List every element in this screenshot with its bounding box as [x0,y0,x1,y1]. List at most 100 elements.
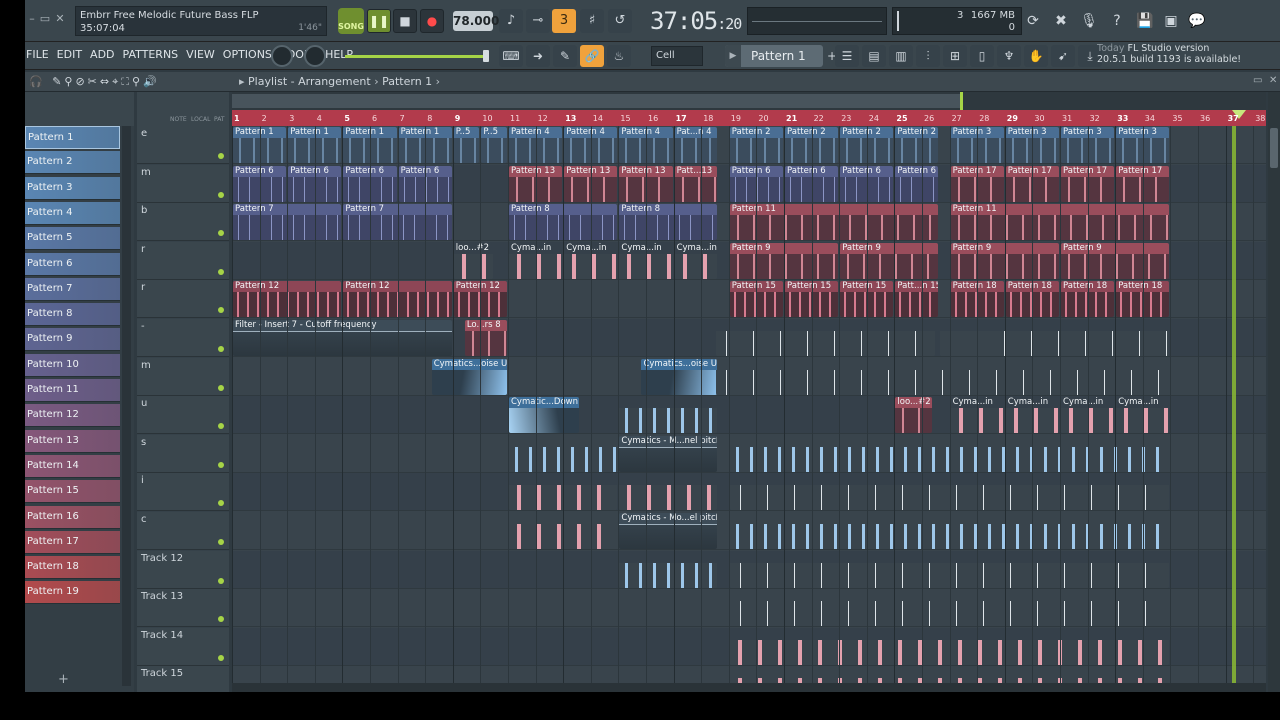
playlist-clip[interactable]: Pat...n 4 [674,127,717,163]
track-enable-led[interactable] [218,654,224,661]
track-header[interactable]: e [137,126,229,164]
pause-button[interactable]: ❚❚ [367,9,391,33]
track-enable-led[interactable] [218,153,224,159]
playlist-clip[interactable]: Patt...13 [674,165,717,202]
track-header[interactable]: b [137,203,229,242]
track-header[interactable]: i [137,473,229,512]
menu-add[interactable]: ADD [89,48,115,61]
vertical-scrollbar[interactable] [1268,92,1280,692]
track-enable-led[interactable] [218,346,224,352]
project-title-box[interactable]: Embrr Free Melodic Future Bass FLP 35:07… [75,6,327,36]
wait-input-icon[interactable]: ⊸ [526,9,550,33]
channel-rack-icon[interactable]: ▥ [889,45,913,67]
window-close-icon[interactable]: ✕ [1269,75,1277,86]
playlist-clip[interactable]: Lo...rs 8 [464,320,507,356]
piano-keyboard-icon[interactable]: ⌨ [499,45,523,67]
timeline-ruler[interactable]: 1 2 3 4 5 6 7 8 9 10 11 12 13 14 15 16 17 18 19 20 21 22 23 24 2… [232,110,1266,126]
minimize-icon[interactable]: – [25,12,39,26]
pattern-item[interactable]: Pattern 19 [25,581,120,605]
track-header[interactable]: - [137,319,229,357]
pattern-item[interactable]: Pattern 9 [25,328,120,352]
track-enable-led[interactable] [218,616,224,623]
pattern-item[interactable]: Pattern 18 [25,556,120,580]
tempo-tapper-icon[interactable]: ✋ [1024,45,1048,67]
touch-controller-icon[interactable]: ➹ [1051,45,1075,67]
pattern-item[interactable]: Pattern 10 [25,353,120,377]
pattern-item[interactable]: Pattern 6 [25,252,120,276]
track-enable-led[interactable] [218,268,224,275]
pattern-item[interactable]: Pattern 4 [25,201,120,225]
menu-options[interactable]: OPTIONS [222,48,273,61]
plugin-picker-icon[interactable]: ♆ [997,45,1021,67]
arrow-icon[interactable]: ➜ [526,45,550,67]
window-restore-icon[interactable]: ▭ [1253,75,1262,86]
playlist-clip[interactable]: Cymatics...oise Up [431,358,507,395]
pattern-item[interactable]: Pattern 5 [25,227,120,251]
song-mode-button[interactable]: SONG [338,8,364,34]
pattern-item[interactable]: Pattern 16 [25,505,120,529]
restore-icon[interactable]: ▭ [38,12,52,26]
mixer-icon[interactable]: ⫶ [916,45,940,67]
pattern-item[interactable]: Pattern 12 [25,404,120,428]
horizontal-scrollbar[interactable] [232,683,1266,692]
playlist-clip[interactable]: P..5 [481,127,507,163]
menu-view[interactable]: VIEW [185,48,216,61]
piano-roll-icon[interactable]: ▤ [862,45,886,67]
playlist-clip[interactable]: loo...#2 [453,243,494,279]
menu-patterns[interactable]: PATTERNS [122,48,180,61]
track-enable-led[interactable] [218,577,224,584]
playlist-tools[interactable]: 🎧 ✎⚲⊘✂⇔⌖⛶⚲🔊 [29,75,160,89]
arrangement-area[interactable]: 1 2 3 4 5 6 7 8 9 10 11 12 13 14 15 16 17 18 19 20 21 22 23 24 2… [232,92,1266,692]
pattern-item[interactable]: Pattern 11 [25,379,120,402]
hint-icon[interactable]: ▣ [1159,9,1183,33]
project-icon[interactable]: ▯ [970,45,994,67]
close-icon[interactable]: ✕ [53,12,67,26]
track-header[interactable]: m [137,357,229,396]
pattern-item[interactable]: Pattern 2 [25,151,120,175]
track-enable-led[interactable] [218,539,224,545]
loop-record-icon[interactable]: ↺ [608,9,632,33]
track-enable-led[interactable] [218,384,224,391]
song-position-display[interactable]: 37:05:20 [650,7,742,35]
track-header[interactable]: r [137,280,229,319]
pencil-icon[interactable]: ✎ [553,45,577,67]
track-header[interactable]: Track 12 [137,550,229,589]
track-header[interactable]: r [137,241,229,280]
track-enable-led[interactable] [218,307,224,314]
main-volume-knob[interactable] [304,45,326,67]
track-header[interactable]: Track 14 [137,627,229,666]
save-icon[interactable]: 💾 [1133,9,1157,33]
news-panel[interactable]: Today FL Studio version 20.5.1 build 119… [1097,43,1241,65]
chat-icon[interactable]: 💬 [1185,9,1209,33]
pattern-item[interactable]: Pattern 7 [25,277,120,301]
browser-icon[interactable]: ⊞ [943,45,967,67]
track-enable-led[interactable] [218,230,224,237]
playlist-clip[interactable]: Cymatic...Down [509,397,579,434]
pattern-item[interactable]: Pattern 15 [25,480,120,504]
stop-button[interactable]: ■ [393,9,417,33]
pattern-item[interactable]: Pattern 8 [25,303,120,327]
snap-selector[interactable]: Cell [651,46,703,66]
playlist-clip[interactable]: Patt...n 15 [895,281,938,318]
main-pitch-knob[interactable] [271,45,293,67]
track-header[interactable]: Track 13 [137,589,229,628]
playlist-clip[interactable] [716,320,935,356]
track-header[interactable]: u [137,396,229,435]
tempo-display[interactable]: 78.000 [453,11,499,31]
track-enable-led[interactable] [218,461,224,468]
pattern-arrow-icon[interactable]: ▶ [725,45,741,67]
playlist-clip[interactable]: Cyma...in [674,243,717,279]
microphone-icon[interactable]: 🎙 [1077,9,1101,33]
playlist-clip[interactable] [939,320,1170,356]
pattern-item[interactable]: Pattern 13 [25,429,120,453]
pattern-item[interactable]: Pattern 3 [25,176,120,200]
playlist-clip[interactable]: P..5 [453,127,480,163]
playlist-clip[interactable]: Pattern 6 [895,165,938,202]
menu-file[interactable]: FILE [25,48,50,61]
track-header[interactable]: m [137,164,229,203]
menu-edit[interactable]: EDIT [56,48,83,61]
track-enable-led[interactable] [218,191,224,198]
playlist-clip[interactable]: Pattern 11 [729,204,938,241]
blend-notes-icon[interactable]: ♯ [580,9,604,33]
overview-bar[interactable] [232,92,1266,110]
